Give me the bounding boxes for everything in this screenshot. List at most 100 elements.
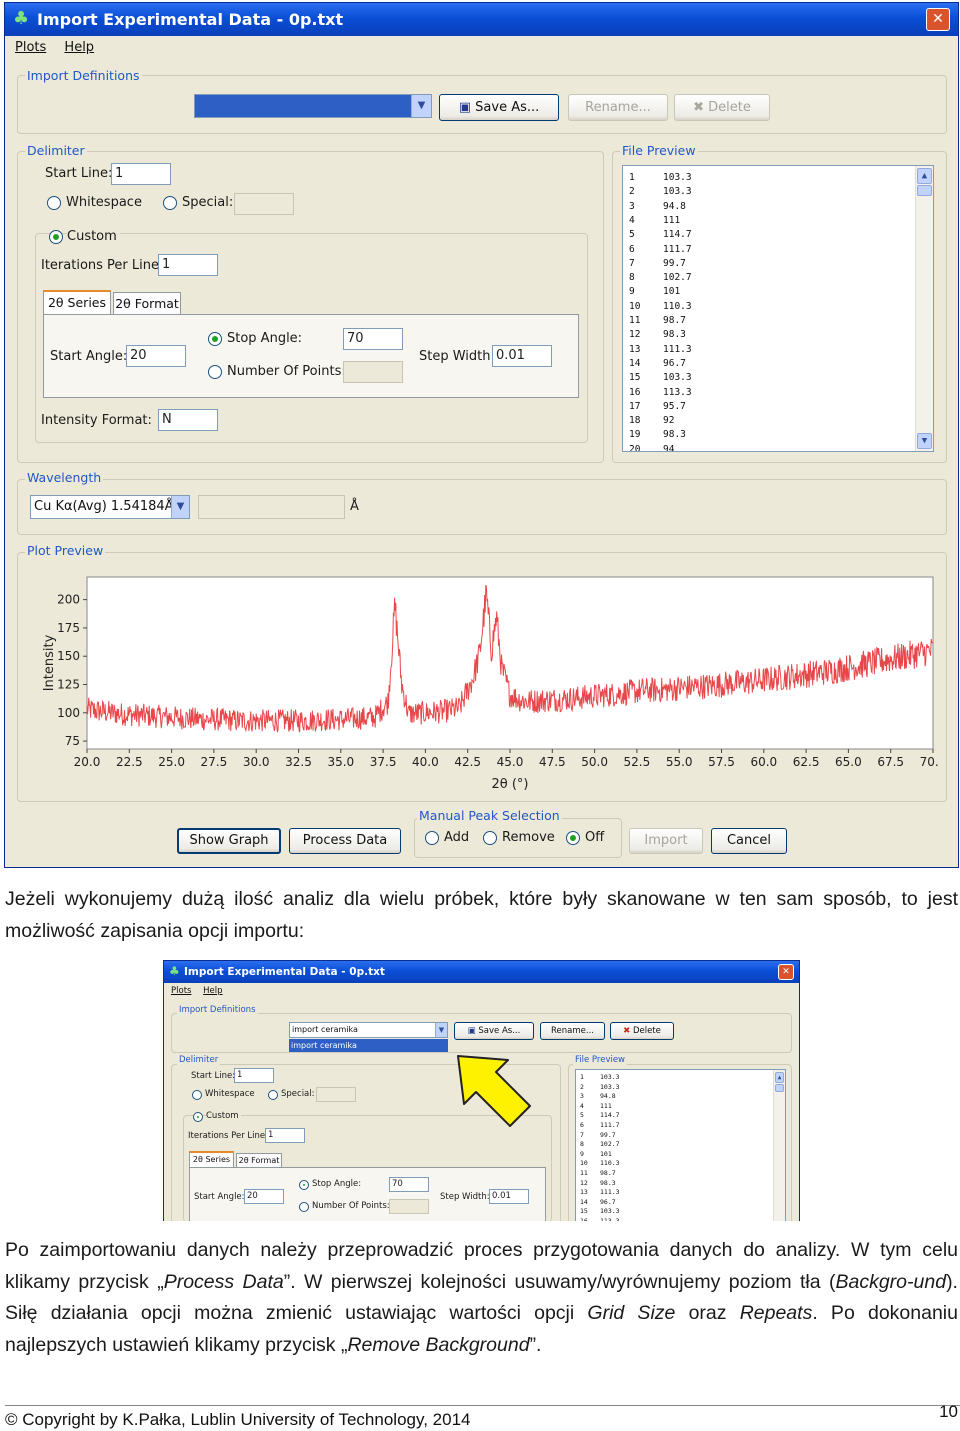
- preview-row-index: 12: [580, 1178, 588, 1187]
- remove-radio[interactable]: [483, 831, 497, 845]
- delete-button[interactable]: ✖ Delete: [674, 94, 770, 121]
- rename-button-small[interactable]: Rename...: [540, 1022, 605, 1040]
- step-width-input-small[interactable]: 0.01: [489, 1189, 529, 1204]
- iterations-input-small[interactable]: 1: [265, 1128, 305, 1143]
- special-radio[interactable]: [163, 196, 177, 210]
- file-preview-list[interactable]: 1 103.3 2 103.3 3 94.8 4 111 5 114.7 6 111.7 7 99.7 8 1…: [622, 165, 934, 452]
- intensity-format-input[interactable]: N: [158, 409, 218, 431]
- tab-2theta-format-small[interactable]: 2θ Format: [236, 1153, 282, 1168]
- save-as-button-small[interactable]: ▣ Save As...: [454, 1022, 534, 1040]
- wavelength-combo[interactable]: Cu Kα(Avg) 1.54184Å ▼: [30, 495, 190, 519]
- preview-row-value: 103.3: [600, 1207, 620, 1216]
- custom-radio[interactable]: [49, 230, 63, 244]
- title-bar-small[interactable]: ♣ Import Experimental Data - 0p.txt ✕: [164, 961, 799, 983]
- import-definition-combo-small[interactable]: import ceramika ▼: [289, 1022, 448, 1038]
- p2-text-6: ”.: [529, 1333, 542, 1356]
- scroll-up-icon[interactable]: ▲: [775, 1072, 784, 1083]
- tab-2theta-series-label-small: 2θ Series: [192, 1155, 231, 1164]
- close-button[interactable]: ✕: [926, 8, 950, 31]
- number-of-points-radio[interactable]: [208, 365, 222, 379]
- number-of-points-input[interactable]: [343, 361, 403, 383]
- process-data-button[interactable]: Process Data: [289, 828, 401, 854]
- preview-row-index: 13: [580, 1188, 588, 1197]
- import-definition-combo[interactable]: ▼: [194, 94, 432, 118]
- scroll-thumb[interactable]: [775, 1084, 784, 1092]
- file-preview-scrollbar[interactable]: ▲ ▼: [915, 166, 933, 451]
- cancel-button[interactable]: Cancel: [711, 828, 787, 854]
- stop-angle-radio[interactable]: [208, 332, 222, 346]
- whitespace-radio-small[interactable]: [192, 1090, 202, 1100]
- file-preview-scrollbar-small[interactable]: ▲: [773, 1070, 785, 1221]
- process-data-label: Process Data: [302, 833, 388, 848]
- step-width-input[interactable]: 0.01: [492, 345, 552, 367]
- rename-button[interactable]: Rename...: [568, 94, 668, 121]
- number-of-points-radio-small[interactable]: [299, 1202, 309, 1212]
- start-line-input-small[interactable]: 1: [234, 1068, 274, 1083]
- preview-row-value: 103.3: [600, 1082, 620, 1091]
- preview-row: 17 95.7: [629, 401, 686, 412]
- preview-row-small: 12 98.3: [580, 1179, 616, 1187]
- preview-row-index: 17: [629, 400, 641, 412]
- special-input-small[interactable]: [316, 1087, 356, 1102]
- scroll-thumb[interactable]: [917, 185, 932, 196]
- wavelength-custom-input[interactable]: [198, 495, 345, 519]
- stop-angle-input[interactable]: 70: [343, 328, 403, 350]
- menu-plots-small[interactable]: Plots: [171, 984, 191, 999]
- tab-2theta-series-small[interactable]: 2θ Series: [189, 1151, 234, 1168]
- close-button-small[interactable]: ✕: [778, 964, 794, 980]
- x-tick-label: 22.5: [116, 755, 143, 769]
- add-radio[interactable]: [425, 831, 439, 845]
- preview-row: 14 96.7: [629, 358, 686, 369]
- start-angle-label-small: Start Angle:: [194, 1192, 245, 1202]
- x-tick-label: 40.0: [412, 755, 439, 769]
- scroll-down-icon[interactable]: ▼: [917, 433, 932, 449]
- start-angle-input[interactable]: 20: [126, 345, 186, 367]
- preview-row-value: 102.7: [600, 1140, 620, 1149]
- chevron-down-icon[interactable]: ▼: [411, 95, 431, 117]
- whitespace-label-small: Whitespace: [205, 1089, 255, 1099]
- tab-2theta-series[interactable]: 2θ Series: [43, 290, 111, 315]
- save-as-label: Save As...: [475, 100, 540, 115]
- whitespace-radio[interactable]: [47, 196, 61, 210]
- special-radio-small[interactable]: [268, 1090, 278, 1100]
- stop-angle-input-small[interactable]: 70: [389, 1177, 429, 1192]
- title-bar[interactable]: ♣ Import Experimental Data - 0p.txt ✕: [5, 3, 958, 36]
- preview-row-index: 16: [580, 1217, 588, 1221]
- preview-row: 7 99.7: [629, 258, 686, 269]
- preview-row: 2 103.3: [629, 186, 692, 197]
- chevron-down-icon[interactable]: ▼: [171, 496, 189, 518]
- start-line-input[interactable]: 1: [111, 163, 171, 185]
- paragraph-1-text: Jeżeli wykonujemy dużą ilość analiz dla …: [5, 888, 958, 942]
- special-input[interactable]: [234, 193, 294, 215]
- file-preview-list-small[interactable]: 1 103.3 2 103.3 3 94.8 4 111 5 114.7 6 111.7 7 99.7 8 1…: [575, 1069, 786, 1221]
- preview-row-index: 4: [580, 1101, 584, 1110]
- preview-row: 11 98.7: [629, 315, 686, 326]
- iterations-input[interactable]: 1: [158, 254, 218, 276]
- manual-peak-selection-legend: Manual Peak Selection: [417, 808, 562, 823]
- stop-angle-radio-small[interactable]: [299, 1180, 309, 1190]
- y-tick-label: 75: [65, 734, 80, 748]
- off-radio[interactable]: [566, 831, 580, 845]
- preview-row-index: 9: [629, 286, 635, 298]
- menu-plots[interactable]: Plots: [15, 37, 46, 59]
- chevron-down-icon[interactable]: ▼: [435, 1023, 447, 1037]
- preview-row-small: 11 98.7: [580, 1169, 616, 1177]
- import-button[interactable]: Import: [629, 828, 703, 854]
- tab-2theta-series-label: 2θ Series: [47, 295, 106, 310]
- floppy-disk-icon: ▣: [458, 100, 472, 115]
- preview-row: 12 98.3: [629, 329, 686, 340]
- custom-radio-small[interactable]: [193, 1112, 203, 1122]
- y-tick-label: 150: [57, 649, 80, 663]
- import-definition-dropdown-option[interactable]: import ceramika: [289, 1039, 448, 1052]
- scroll-up-icon[interactable]: ▲: [917, 168, 932, 184]
- start-angle-input-small[interactable]: 20: [244, 1189, 284, 1204]
- menu-help[interactable]: Help: [64, 37, 94, 59]
- menu-help-small[interactable]: Help: [203, 984, 222, 999]
- show-graph-button[interactable]: Show Graph: [177, 828, 281, 854]
- number-of-points-input-small[interactable]: [389, 1199, 429, 1214]
- tab-2theta-format[interactable]: 2θ Format: [113, 292, 181, 315]
- preview-row-index: 11: [629, 315, 641, 326]
- preview-row-index: 10: [580, 1159, 588, 1168]
- delete-button-small[interactable]: ✖ Delete: [610, 1022, 674, 1040]
- save-as-button[interactable]: ▣ Save As...: [439, 94, 559, 121]
